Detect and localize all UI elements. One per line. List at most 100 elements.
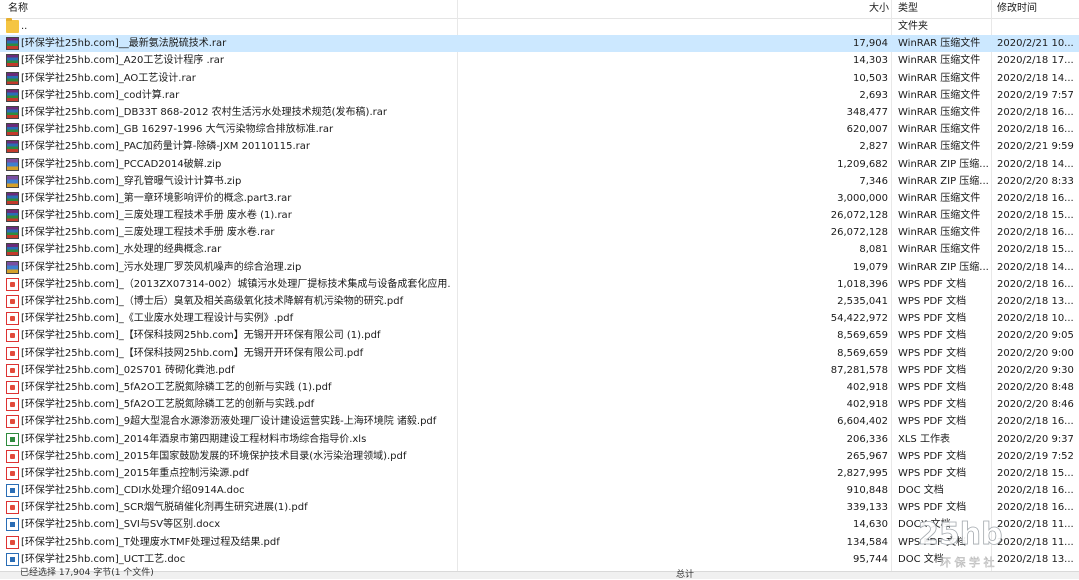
file-row[interactable]: [环保学社25hb.com]_DB33T 868-2012 农村生活污水处理技术… [0,104,1079,121]
file-name: [环保学社25hb.com]_cod计算.rar [21,89,180,101]
file-name: [环保学社25hb.com]_GB 16297-1996 大气污染物综合排放标准… [21,124,334,136]
rar-file-icon [6,226,19,240]
file-row[interactable]: [环保学社25hb.com]_5fA2O工艺脱氮除磷工艺的创新与实践.pdf 40… [0,396,1079,413]
file-row[interactable]: [环保学社25hb.com]_PAC加药量计算-除磷-JXM 20110115.… [0,138,1079,155]
file-size: 6,604,402 [837,416,888,428]
file-name: [环保学社25hb.com]__最新氨法脱硫技术.rar [21,38,227,50]
file-modified: 2020/2/18 13... [997,296,1074,307]
folder-file-icon [6,18,19,33]
file-modified: 2020/2/18 14... [997,261,1074,273]
file-type: WinRAR 压缩文件 [898,244,981,256]
doc-file-icon [6,552,19,566]
file-name: [环保学社25hb.com]_污水处理厂罗茨风机噪声的综合治理.zip [21,261,302,273]
file-modified: 2020/2/18 16... [997,416,1074,428]
file-name: [环保学社25hb.com]_【环保科技网25hb.com】无锡开开环保有限公司… [21,330,381,342]
file-modified: 2020/2/18 16... [997,227,1074,239]
file-name: .. [21,21,28,32]
file-name: [环保学社25hb.com]_PCCAD2014破解.zip [21,158,222,170]
file-row[interactable]: [环保学社25hb.com]_水处理的经典概念.rar 8,081 WinRAR 压… [0,241,1079,258]
file-type: WinRAR 压缩文件 [898,210,981,222]
file-type: WinRAR 压缩文件 [898,72,981,84]
file-size: 2,535,041 [837,296,888,307]
name-column-header[interactable]: 名称 [8,0,28,18]
file-size: 1,018,396 [837,278,888,290]
pdf-file-icon [6,295,19,308]
file-name: [环保学社25hb.com]_CDI水处理介绍0914A.doc [21,485,245,497]
file-modified: 2020/2/18 17... [997,55,1074,67]
file-type: WPS PDF 文档 [898,381,967,393]
file-row[interactable]: .. 文件夹 [0,18,1079,35]
file-modified: 2020/2/20 9:00 [997,347,1074,359]
file-type: WinRAR 压缩文件 [898,106,981,118]
pdf-file-icon [6,415,19,429]
file-row[interactable]: [环保学社25hb.com]_2014年酒泉市第四期建设工程材料市场综合指导价.… [0,431,1079,448]
file-row[interactable]: [环保学社25hb.com]_【环保科技网25hb.com】无锡开开环保有限公司… [0,345,1079,362]
file-name: [环保学社25hb.com]_AO工艺设计.rar [21,72,196,84]
file-row[interactable]: [环保学社25hb.com]_三废处理工程技术手册 废水卷 (1).rar 26,… [0,207,1079,224]
file-type: XLS 工作表 [898,433,950,445]
file-size: 402,918 [846,381,888,393]
file-row[interactable]: [环保学社25hb.com]_PCCAD2014破解.zip 1,209,682 W… [0,156,1079,173]
file-row[interactable]: [环保学社25hb.com]_《工业废水处理工程设计与实例》.pdf 54,422… [0,310,1079,327]
file-row[interactable]: [环保学社25hb.com]_9超大型混合水源渗沥液处理厂设计建设运营实践-上海… [0,413,1079,430]
file-size: 2,827 [859,141,888,153]
file-modified: 2020/2/20 8:48 [997,381,1074,393]
file-modified: 2020/2/18 16... [997,106,1074,118]
doc-file-icon [6,484,19,498]
file-modified: 2020/2/20 8:33 [997,175,1074,187]
file-modified: 2020/2/18 14... [997,158,1074,170]
file-row[interactable]: [环保学社25hb.com]_穿孔管曝气设计计算书.zip 7,346 WinRAR… [0,173,1079,190]
file-type: WinRAR ZIP 压缩... [898,175,989,187]
file-row[interactable]: [环保学社25hb.com]_2015年重点控制污染源.pdf 2,827,995… [0,465,1079,482]
rar-file-icon [6,37,19,51]
file-modified: 2020/2/18 15... [997,467,1074,479]
file-row[interactable]: [环保学社25hb.com]_GB 16297-1996 大气污染物综合排放标准… [0,121,1079,138]
file-type: WinRAR 压缩文件 [898,227,981,239]
file-name: [环保学社25hb.com]_穿孔管曝气设计计算书.zip [21,175,242,187]
file-modified: 2020/2/18 15... [997,210,1074,222]
sort-ascending-icon: ^ [226,0,234,6]
modified-column-header[interactable]: 修改时间 [997,0,1037,18]
file-row[interactable]: [环保学社25hb.com]_（博士后）臭氧及相关高级氧化技术降解有机污染物的研… [0,293,1079,310]
rar-file-icon [6,88,19,102]
file-row[interactable]: [环保学社25hb.com]_第一章环境影响评价的概念.part3.rar 3,0… [0,190,1079,207]
file-row[interactable]: [环保学社25hb.com]_AO工艺设计.rar 10,503 WinRAR 压缩… [0,70,1079,87]
file-size: 26,072,128 [830,210,888,222]
file-size: 265,967 [846,450,888,462]
file-row[interactable]: [环保学社25hb.com]_【环保科技网25hb.com】无锡开开环保有限公司… [0,327,1079,344]
file-row[interactable]: [环保学社25hb.com]_三废处理工程技术手册 废水卷.rar 26,072,… [0,224,1079,241]
type-column-header[interactable]: 类型 [898,0,918,18]
file-row[interactable]: [环保学社25hb.com]__最新氨法脱硫技术.rar 17,904 WinRAR… [0,35,1079,53]
file-size: 8,081 [859,244,888,256]
file-modified: 2020/2/18 14... [997,72,1074,84]
xls-file-icon [6,432,19,446]
file-name: [环保学社25hb.com]_水处理的经典概念.rar [21,244,222,256]
file-type: WinRAR ZIP 压缩... [898,158,989,170]
file-row[interactable]: [环保学社25hb.com]_cod计算.rar 2,693 WinRAR 压缩文件… [0,87,1079,104]
file-row[interactable]: [环保学社25hb.com]_2015年国家鼓励发展的环境保护技术目录(水污染治… [0,448,1079,465]
file-modified: 2020/2/20 8:46 [997,399,1074,411]
file-name: [环保学社25hb.com]_PAC加药量计算-除磷-JXM 20110115.… [21,141,311,153]
file-size: 3,000,000 [837,192,888,204]
file-row[interactable]: [环保学社25hb.com]_A20工艺设计程序 .rar 14,303 WinRA… [0,52,1079,69]
zip-file-icon [6,174,19,188]
file-type: WPS PDF 文档 [898,296,967,307]
file-row[interactable]: [环保学社25hb.com]_（2013ZX07314-002）城镇污水处理厂提… [0,276,1079,293]
rar-file-icon [6,123,19,137]
file-row[interactable]: [环保学社25hb.com]_5fA2O工艺脱氮除磷工艺的创新与实践 (1).p… [0,379,1079,396]
pdf-file-icon [6,380,19,394]
pdf-file-icon [6,398,19,412]
file-row[interactable]: [环保学社25hb.com]_02S701 砖砌化粪池.pdf 87,281,57… [0,362,1079,379]
file-name: [环保学社25hb.com]_【环保科技网25hb.com】无锡开开环保有限公司… [21,347,364,359]
size-column-header[interactable]: 大小 [869,0,889,18]
file-size: 26,072,128 [830,227,888,239]
file-type: WPS PDF 文档 [898,347,967,359]
file-size: 8,569,659 [837,347,888,359]
file-size: 8,569,659 [837,330,888,342]
file-size: 348,477 [846,106,888,118]
file-type: WPS PDF 文档 [898,467,967,479]
file-row[interactable]: [环保学社25hb.com]_污水处理厂罗茨风机噪声的综合治理.zip 19,07… [0,259,1079,276]
file-name: [环保学社25hb.com]_T处理废水TMF处理过程及结果.pdf [21,536,280,548]
file-row[interactable]: [环保学社25hb.com]_CDI水处理介绍0914A.doc 910,848 D… [0,482,1079,499]
zip-file-icon [6,157,19,171]
